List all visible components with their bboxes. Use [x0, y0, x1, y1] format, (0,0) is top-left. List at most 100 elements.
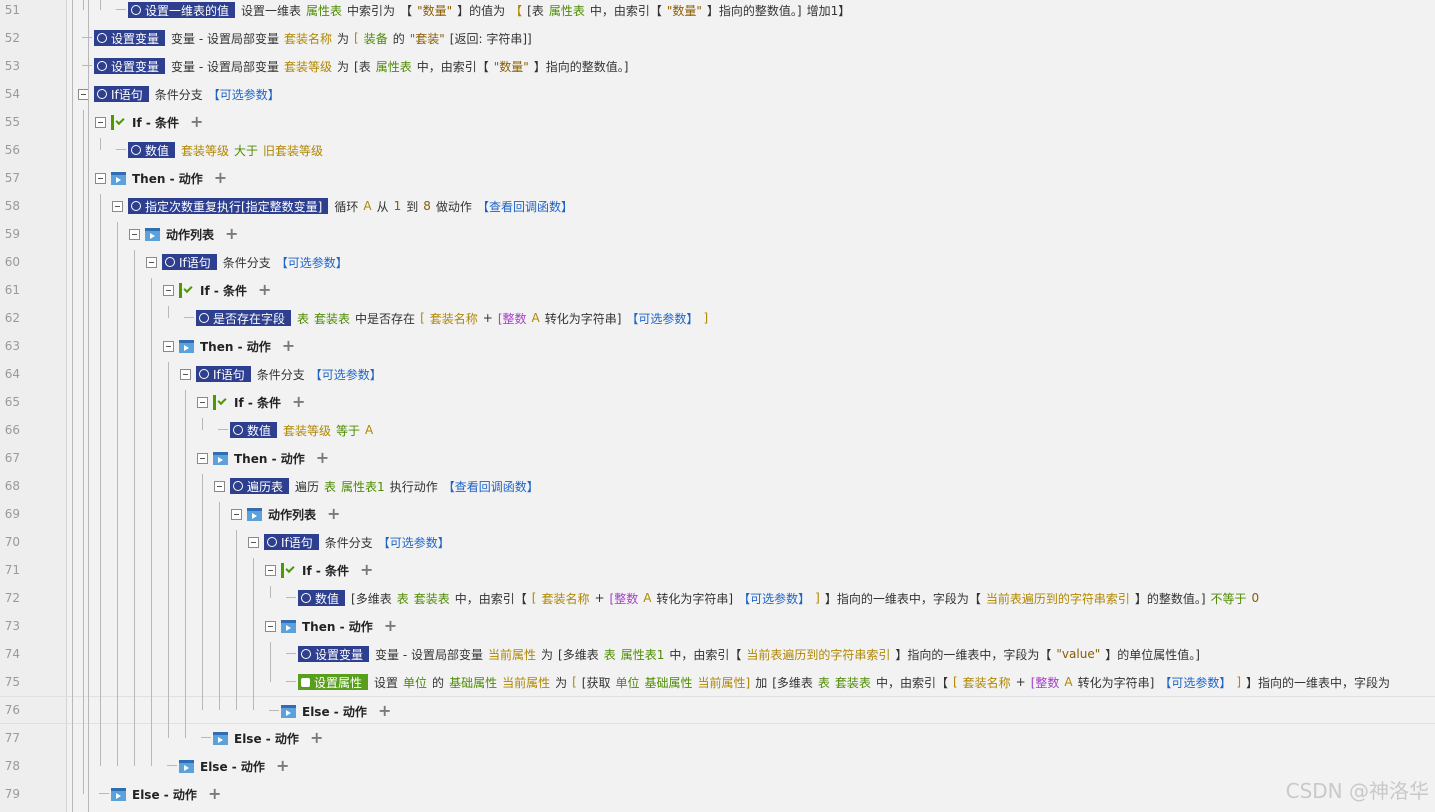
tree-row[interactable]: If语句 条件分支 【可选参数】: [0, 248, 1435, 276]
collapse-toggle-icon[interactable]: [95, 172, 106, 184]
param-text[interactable]: 大于: [234, 142, 258, 159]
collapse-toggle-icon[interactable]: [95, 116, 106, 128]
node-label[interactable]: Then - 动作: [200, 338, 271, 355]
node-label[interactable]: 动作列表: [268, 506, 316, 523]
collapse-toggle-icon[interactable]: [197, 396, 208, 408]
param-text[interactable]: "数量": [494, 58, 529, 75]
param-text[interactable]: 基础属性: [645, 674, 693, 691]
node-label[interactable]: 动作列表: [166, 226, 214, 243]
tree-row[interactable]: Then - 动作 +: [0, 164, 1435, 192]
param-text[interactable]: 【可选参数】: [310, 366, 382, 383]
tree-row[interactable]: If语句 条件分支 【可选参数】: [0, 528, 1435, 556]
tree-row[interactable]: Then - 动作 +: [0, 444, 1435, 472]
param-text[interactable]: 属性表1: [341, 478, 385, 495]
param-text[interactable]: [: [532, 591, 537, 605]
param-text[interactable]: 【: [510, 2, 522, 19]
param-text[interactable]: 套装名称: [430, 310, 478, 327]
param-text[interactable]: 当前属性]: [698, 674, 751, 691]
param-text[interactable]: 装备: [364, 30, 388, 47]
param-text[interactable]: 【可选参数】: [208, 86, 280, 103]
collapse-toggle-icon[interactable]: [214, 480, 225, 492]
tree-row[interactable]: 动作列表 +: [0, 220, 1435, 248]
param-text[interactable]: [整数: [1031, 674, 1060, 691]
node-label[interactable]: If - 条件: [302, 562, 349, 579]
node-label[interactable]: Then - 动作: [234, 450, 305, 467]
function-chip[interactable]: 设置变量: [94, 58, 166, 74]
tree-row[interactable]: If - 条件 +: [0, 276, 1435, 304]
collapse-toggle-icon[interactable]: [180, 368, 191, 380]
add-plus-icon[interactable]: +: [310, 730, 323, 746]
tree-row[interactable]: 设置一维表的值 设置一维表 属性表 中索引为【"数量" 】的值为【[表 属性表 中，由索引【…: [0, 0, 1435, 24]
tree-row[interactable]: Else - 动作 +: [0, 780, 1435, 808]
param-text[interactable]: 【可选参数】: [1159, 674, 1231, 691]
add-plus-icon[interactable]: +: [276, 758, 289, 774]
collapse-toggle-icon[interactable]: [163, 340, 174, 352]
param-text[interactable]: 套装等级: [283, 422, 331, 439]
param-text[interactable]: [: [953, 675, 958, 689]
param-text[interactable]: 表: [818, 674, 830, 691]
tree-row[interactable]: 是否存在字段表套装表 中是否存在 [套装名称 + [整数 A 转化为字符串] 【可选参数】]: [0, 304, 1435, 332]
param-text[interactable]: 【可选参数】: [626, 310, 698, 327]
param-text[interactable]: [: [354, 31, 359, 45]
tree-row[interactable]: If语句 条件分支 【可选参数】: [0, 80, 1435, 108]
function-chip[interactable]: 设置属性: [298, 674, 369, 690]
param-text[interactable]: 套装表: [835, 674, 871, 691]
param-text[interactable]: [: [420, 311, 425, 325]
node-label[interactable]: If - 条件: [234, 394, 281, 411]
param-text[interactable]: 0: [1252, 591, 1260, 605]
node-label[interactable]: Then - 动作: [302, 618, 373, 635]
param-text[interactable]: 表: [397, 590, 409, 607]
param-text[interactable]: A: [1064, 675, 1072, 689]
param-text[interactable]: 套装名称: [541, 590, 589, 607]
collapse-toggle-icon[interactable]: [265, 620, 276, 632]
collapse-toggle-icon[interactable]: [146, 256, 157, 268]
param-text[interactable]: ]: [1236, 675, 1241, 689]
collapse-toggle-icon[interactable]: [129, 228, 140, 240]
param-text[interactable]: ]: [703, 311, 708, 325]
tree-row[interactable]: If - 条件 +: [0, 388, 1435, 416]
tree-row[interactable]: Else - 动作 +: [0, 696, 1435, 724]
param-text[interactable]: 套装表: [314, 310, 350, 327]
param-text[interactable]: 【可选参数】: [378, 534, 450, 551]
add-plus-icon[interactable]: +: [190, 114, 203, 130]
function-chip[interactable]: If语句: [94, 86, 149, 102]
add-plus-icon[interactable]: +: [292, 394, 305, 410]
param-text[interactable]: A: [365, 423, 373, 437]
tree-row[interactable]: Else - 动作 +: [0, 724, 1435, 752]
tree-row[interactable]: 动作列表 +: [0, 500, 1435, 528]
function-chip[interactable]: If语句: [264, 534, 319, 550]
function-chip[interactable]: 设置变量: [94, 30, 166, 46]
function-chip[interactable]: 设置变量: [298, 646, 370, 662]
node-label[interactable]: Else - 动作: [302, 703, 367, 720]
function-chip[interactable]: 数值: [298, 590, 346, 606]
add-plus-icon[interactable]: +: [327, 506, 340, 522]
param-text[interactable]: "套装": [410, 30, 445, 47]
param-text[interactable]: A: [643, 591, 651, 605]
param-text[interactable]: 当前属性: [502, 674, 550, 691]
add-plus-icon[interactable]: +: [360, 562, 373, 578]
param-text[interactable]: [整数: [498, 310, 527, 327]
function-chip[interactable]: If语句: [196, 366, 251, 382]
param-text[interactable]: [: [572, 675, 577, 689]
function-chip[interactable]: If语句: [162, 254, 217, 270]
param-text[interactable]: 表: [297, 310, 309, 327]
param-text[interactable]: 表: [604, 646, 616, 663]
param-text[interactable]: "数量": [417, 2, 452, 19]
tree-row[interactable]: 数值 [多维表表套装表 中，由索引【 [套装名称 + [整数 A 转化为字符串] 【可选参数】]…: [0, 584, 1435, 612]
function-chip[interactable]: 数值: [128, 142, 176, 158]
param-text[interactable]: 套装名称: [963, 674, 1011, 691]
tree-row[interactable]: 遍历表 遍历表属性表1 执行动作 【查看回调函数】: [0, 472, 1435, 500]
tree-row[interactable]: Then - 动作 +: [0, 612, 1435, 640]
collapse-toggle-icon[interactable]: [248, 536, 259, 548]
param-text[interactable]: A: [363, 199, 371, 213]
param-text[interactable]: 单位: [403, 674, 427, 691]
collapse-toggle-icon[interactable]: [163, 284, 174, 296]
param-text[interactable]: 单位: [615, 674, 639, 691]
param-text[interactable]: 【查看回调函数】: [477, 198, 573, 215]
param-text[interactable]: 套装等级: [284, 58, 332, 75]
collapse-toggle-icon[interactable]: [265, 564, 276, 576]
tree-row[interactable]: If - 条件 +: [0, 108, 1435, 136]
collapse-toggle-icon[interactable]: [112, 200, 123, 212]
tree-row[interactable]: 数值 套装等级 等于 A: [0, 416, 1435, 444]
add-plus-icon[interactable]: +: [214, 170, 227, 186]
